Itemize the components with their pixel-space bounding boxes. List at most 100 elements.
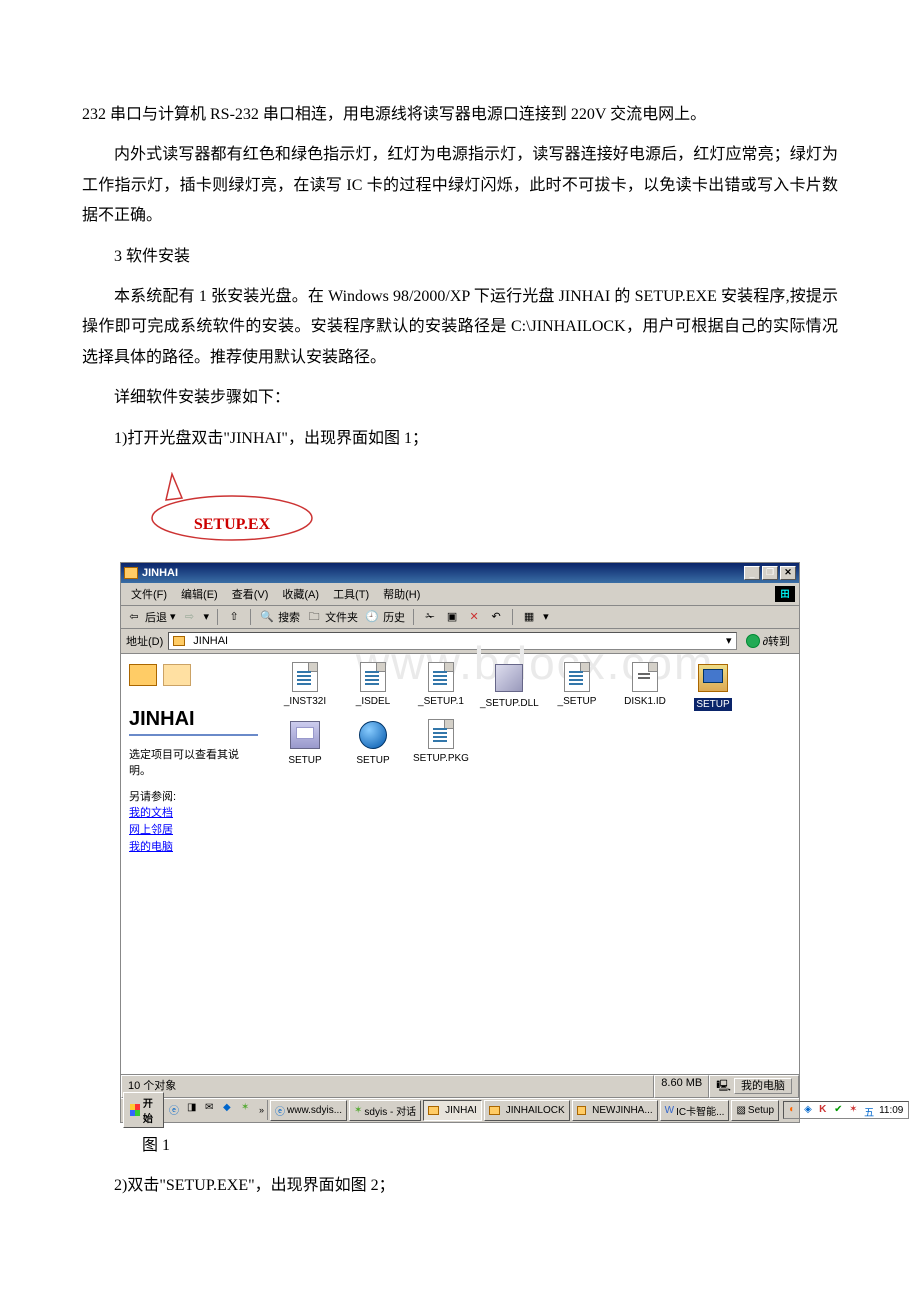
sidebar-see-also: 另请参阅: [129,791,176,803]
search-button[interactable]: 🔍搜索 [259,609,300,625]
file-item[interactable]: _INST32I [276,662,334,711]
address-label: 地址(D) [126,633,163,649]
delete-icon[interactable]: ✕ [466,609,482,625]
word-icon: W [665,1105,674,1116]
search-icon: 🔍 [259,609,275,625]
forward-button[interactable]: ⇨ [182,609,198,625]
task-button[interactable]: WIC卡智能... [660,1100,730,1121]
folder-open-icon [163,664,191,686]
desktop-icon[interactable]: ◨ [187,1102,203,1118]
menu-tools[interactable]: 工具(T) [327,585,375,603]
tray-icon[interactable]: ✔ [834,1104,846,1116]
back-button[interactable]: ⇦后退▾ [126,609,176,625]
back-arrow-icon: ⇦ [126,609,142,625]
menu-bar: 文件(F) 编辑(E) 查看(V) 收藏(A) 工具(T) 帮助(H) 田 [121,583,799,606]
tray-icon[interactable]: ✶ [849,1104,861,1116]
tray-icon[interactable]: K [819,1104,831,1116]
callout-label: SETUP.EX [142,510,322,540]
file-pane[interactable]: www.bdocx.com _INST32I _ISDEL _SETUP.1 _… [266,654,799,1074]
folder-icon [124,567,138,579]
heading-install: 3 软件安装 [82,242,838,272]
tray-icon[interactable]: ◐ [789,1104,801,1116]
sidebar-heading: JINHAI [129,708,258,731]
file-item[interactable]: _SETUP [548,662,606,711]
window-title: JINHAI [142,567,744,579]
figure-1-label: 图 1 [142,1131,838,1161]
minimize-button[interactable]: _ [744,566,760,580]
file-item[interactable]: _SETUP.1 [412,662,470,711]
chevron-down-icon: ▾ [170,610,176,623]
link-my-computer[interactable]: 我的电脑 [129,838,258,854]
task-button-active[interactable]: JINHAI [423,1100,482,1121]
go-button[interactable]: ∂转到 [742,633,794,649]
undo-icon[interactable]: ↶ [488,609,504,625]
chevron-down-icon[interactable]: ▾ [726,634,732,647]
folder-icon [173,636,185,646]
link-network[interactable]: 网上邻居 [129,821,258,837]
task-buttons: ⓔwww.sdyis... ✶sdyis - 对话 JINHAI JINHAIL… [268,1100,781,1121]
app-icon[interactable]: ◆ [223,1102,239,1118]
folders-button[interactable]: 🗀文件夹 [306,609,358,625]
maximize-button[interactable]: ❐ [762,566,778,580]
close-button[interactable]: ✕ [780,566,796,580]
task-button[interactable]: JINHAILOCK [484,1100,570,1121]
copy-to-icon[interactable]: ▣ [444,609,460,625]
address-input[interactable]: JINHAI ▾ [168,632,736,650]
chevron-down-icon: ▾ [204,610,210,623]
task-button[interactable]: ✶sdyis - 对话 [349,1100,421,1121]
folder-icon [428,1106,439,1115]
taskbar: 开始 ⓔ ◨ ✉ ◆ ✶ » ⓔwww.sdyis... ✶sdyis - 对话… [121,1098,799,1122]
tray-icon[interactable]: 五 [864,1104,876,1116]
ie-icon[interactable]: ⓔ [169,1102,185,1118]
oe-icon[interactable]: ✉ [205,1102,221,1118]
up-button[interactable]: ⇧ [226,609,242,625]
system-tray[interactable]: ◐ ◈ K ✔ ✶ 五 11:09 [783,1101,909,1119]
file-item[interactable]: SETUP.PKG [412,719,470,766]
views-icon[interactable]: ▦ [521,609,537,625]
task-button[interactable]: ⓔwww.sdyis... [270,1100,347,1121]
chevron-down-icon: ▾ [543,610,549,623]
status-location: 🖳 我的电脑 [709,1075,799,1098]
start-button[interactable]: 开始 [123,1092,164,1128]
tray-clock[interactable]: 11:09 [879,1105,903,1116]
menu-file[interactable]: 文件(F) [125,585,173,603]
address-bar: 地址(D) JINHAI ▾ ∂转到 [121,629,799,654]
file-item[interactable]: _ISDEL [344,662,402,711]
file-item[interactable]: SETUP [344,719,402,766]
toolbar: ⇦后退▾ ⇨ ▾ ⇧ 🔍搜索 🗀文件夹 🕘历史 ✁ ▣ ✕ ↶ ▦ ▾ [121,606,799,629]
history-icon: 🕘 [364,609,380,625]
folder-icon [489,1106,500,1115]
menu-edit[interactable]: 编辑(E) [175,585,224,603]
folder-icon [577,1106,586,1115]
go-icon [746,634,760,648]
para-led: 内外式读写器都有红色和绿色指示灯，红灯为电源指示灯，读写器连接好电源后，红灯应常… [82,140,838,231]
file-item[interactable]: _SETUP.DLL [480,662,538,711]
move-to-icon[interactable]: ✁ [422,609,438,625]
task-button[interactable]: ▧Setup [731,1100,779,1121]
para-rs232: 232 串口与计算机 RS-232 串口相连，用电源线将读写器电源口连接到 22… [82,100,838,130]
ms-logo-icon: 田 [775,586,795,602]
menu-view[interactable]: 查看(V) [226,585,275,603]
task-button[interactable]: NEWJINHA... [572,1100,658,1121]
status-objects: 10 个对象 [121,1075,654,1098]
history-button[interactable]: 🕘历史 [364,609,405,625]
para-cd: 本系统配有 1 张安装光盘。在 Windows 98/2000/XP 下运行光盘… [82,282,838,373]
file-setup-selected[interactable]: SETUP [684,662,742,711]
file-item[interactable]: SETUP [276,719,334,766]
folder-icon [129,664,157,686]
windows-flag-icon [130,1104,140,1116]
menu-help[interactable]: 帮助(H) [377,585,426,603]
menu-fav[interactable]: 收藏(A) [276,585,325,603]
setup-icon: ▧ [736,1105,745,1116]
sidebar: JINHAI 选定项目可以查看其说明。 另请参阅: 我的文档 网上邻居 我的电脑 [121,654,266,1074]
sidebar-tip: 选定项目可以查看其说明。 [129,746,258,778]
tray-icon[interactable]: ◈ [804,1104,816,1116]
ie-icon: ⓔ [275,1103,285,1118]
explorer-window: JINHAI _ ❐ ✕ 文件(F) 编辑(E) 查看(V) 收藏(A) 工具(… [120,562,800,1123]
file-item[interactable]: DISK1.ID [616,662,674,711]
titlebar[interactable]: JINHAI _ ❐ ✕ [121,563,799,583]
link-my-docs[interactable]: 我的文档 [129,804,258,820]
para-step2: 2)双击"SETUP.EXE"，出现界面如图 2； [82,1171,838,1201]
folders-icon: 🗀 [306,609,322,625]
app-icon[interactable]: ✶ [241,1102,257,1118]
